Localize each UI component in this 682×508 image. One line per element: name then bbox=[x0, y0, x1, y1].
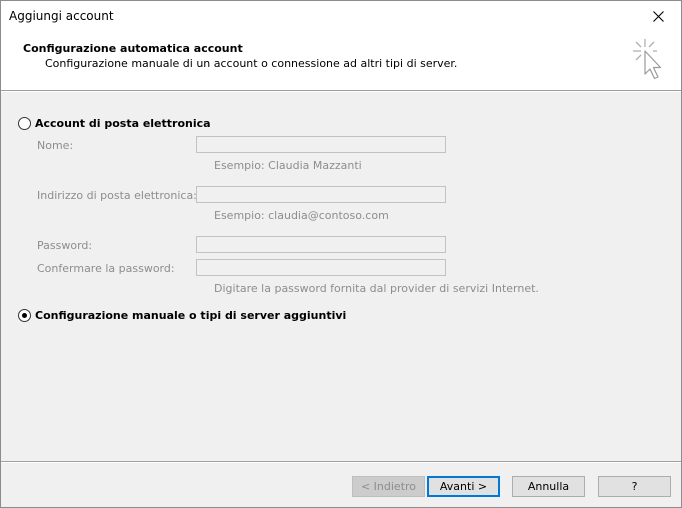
name-field[interactable] bbox=[196, 136, 446, 153]
confirm-password-field[interactable] bbox=[196, 259, 446, 276]
back-button[interactable]: < Indietro bbox=[352, 476, 425, 497]
name-hint: Esempio: Claudia Mazzanti bbox=[214, 159, 362, 172]
header-banner: Configurazione automatica account Config… bbox=[1, 31, 681, 90]
email-label: Indirizzo di posta elettronica: bbox=[37, 189, 197, 202]
next-button[interactable]: Avanti > bbox=[427, 476, 500, 497]
manual-config-option-label: Configurazione manuale o tipi di server … bbox=[35, 309, 347, 322]
header-title: Configurazione automatica account bbox=[23, 42, 243, 55]
close-button[interactable] bbox=[635, 1, 681, 31]
cursor-click-icon bbox=[633, 39, 662, 80]
email-account-radio[interactable] bbox=[18, 117, 31, 130]
cancel-button[interactable]: Annulla bbox=[512, 476, 585, 497]
help-button[interactable]: ? bbox=[598, 476, 671, 497]
manual-config-radio[interactable] bbox=[18, 309, 31, 322]
close-icon bbox=[652, 10, 664, 22]
window-title: Aggiungi account bbox=[9, 9, 114, 23]
footer-divider-highlight bbox=[1, 462, 681, 463]
header-subtitle: Configurazione manuale di un account o c… bbox=[45, 57, 458, 70]
email-field[interactable] bbox=[196, 186, 446, 203]
confirm-password-label: Confermare la password: bbox=[37, 262, 175, 275]
email-account-option[interactable]: Account di posta elettronica bbox=[18, 117, 211, 130]
name-label: Nome: bbox=[37, 139, 74, 152]
password-hint: Digitare la password fornita dal provide… bbox=[214, 282, 539, 295]
password-label: Password: bbox=[37, 239, 93, 252]
title-bar: Aggiungi account bbox=[1, 1, 681, 31]
header-divider-highlight bbox=[1, 91, 681, 92]
email-hint: Esempio: claudia@contoso.com bbox=[214, 209, 389, 222]
manual-config-option[interactable]: Configurazione manuale o tipi di server … bbox=[18, 309, 346, 322]
email-account-option-label: Account di posta elettronica bbox=[35, 117, 211, 130]
add-account-dialog: Aggiungi account Configurazione automati… bbox=[0, 0, 682, 508]
password-field[interactable] bbox=[196, 236, 446, 253]
